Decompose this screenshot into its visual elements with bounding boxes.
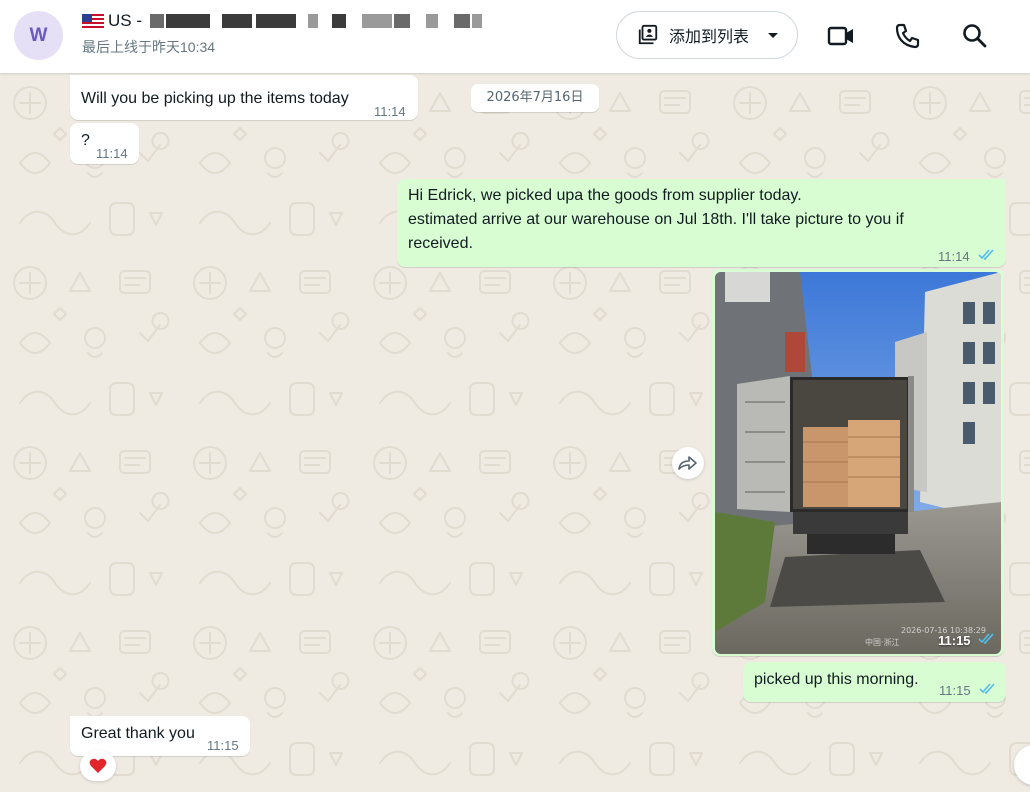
redacted-name-segment bbox=[426, 14, 438, 28]
message-text-line: estimated arrive at our warehouse on Jul… bbox=[408, 211, 904, 228]
message-text: Will you be picking up the items today bbox=[81, 90, 349, 107]
redacted-name-segment bbox=[394, 14, 410, 28]
message-text: ? bbox=[81, 132, 90, 149]
message-time: 11:14 bbox=[374, 104, 406, 119]
message-text-line: Hi Edrick, we picked upa the goods from … bbox=[408, 187, 802, 204]
us-flag-icon bbox=[82, 13, 104, 29]
contact-name-prefix: US - bbox=[108, 11, 142, 30]
outgoing-message[interactable]: Hi Edrick, we picked upa the goods from … bbox=[397, 179, 1006, 267]
message-time: 11:15 bbox=[207, 738, 239, 753]
message-text: picked up this morning. bbox=[754, 671, 919, 688]
message-time: 11:14 bbox=[938, 249, 970, 264]
chevron-down-icon bbox=[768, 33, 778, 38]
outgoing-message[interactable]: picked up this morning. 11:15 bbox=[743, 662, 1006, 702]
message-time: 11:14 bbox=[96, 146, 128, 161]
contact-name[interactable]: US - bbox=[82, 10, 482, 32]
message-text-line: received. bbox=[408, 235, 473, 252]
add-to-list-label: 添加到列表 bbox=[669, 27, 750, 46]
redacted-name-segment bbox=[332, 14, 346, 28]
message-reaction[interactable] bbox=[80, 751, 116, 781]
voice-call-icon[interactable] bbox=[894, 22, 922, 50]
truck-loaded-with-cartons-photo[interactable]: 2026-07-16 10:38:29 中国·浙江 bbox=[715, 272, 1001, 654]
chat-panel[interactable]: 2026年7月16日 Will you be picking up the it… bbox=[0, 73, 1030, 792]
redacted-name-segment bbox=[362, 14, 392, 28]
message-time: 11:15 bbox=[939, 683, 971, 698]
incoming-message[interactable]: Great thank you 11:15 bbox=[70, 716, 250, 756]
redacted-name-segment bbox=[472, 14, 482, 28]
incoming-message[interactable]: ? 11:14 bbox=[70, 123, 139, 164]
read-receipt-icon bbox=[979, 683, 995, 694]
contact-card-icon bbox=[638, 24, 658, 45]
forward-icon bbox=[678, 456, 697, 470]
redacted-name-segment bbox=[308, 14, 318, 28]
photo-watermark-location: 中国·浙江 bbox=[865, 637, 900, 647]
redacted-name-segment bbox=[166, 14, 210, 28]
message-text: Great thank you bbox=[81, 725, 195, 742]
search-icon[interactable] bbox=[961, 22, 989, 50]
redacted-name-segment bbox=[454, 14, 470, 28]
redacted-name-segment bbox=[150, 14, 164, 28]
video-call-icon[interactable] bbox=[827, 22, 855, 50]
read-receipt-icon bbox=[978, 249, 994, 260]
add-to-list-button[interactable]: 添加到列表 bbox=[616, 11, 798, 59]
forward-button[interactable] bbox=[672, 447, 704, 479]
chat-header: W US - 最后上线于昨天10:34 添加到列表 bbox=[0, 0, 1030, 73]
contact-avatar[interactable]: W bbox=[14, 11, 63, 60]
redacted-name-segment bbox=[256, 14, 296, 28]
incoming-message[interactable]: Will you be picking up the items today 1… bbox=[70, 75, 418, 120]
last-seen-status: 最后上线于昨天10:34 bbox=[82, 39, 216, 55]
outgoing-image-message[interactable]: 2026-07-16 10:38:29 中国·浙江 11:15 bbox=[712, 269, 1004, 656]
date-separator: 2026年7月16日 bbox=[471, 84, 599, 112]
red-heart-icon bbox=[89, 758, 107, 773]
read-receipt-icon bbox=[978, 633, 994, 644]
message-time: 11:15 bbox=[938, 633, 971, 648]
redacted-name-segment bbox=[222, 14, 252, 28]
